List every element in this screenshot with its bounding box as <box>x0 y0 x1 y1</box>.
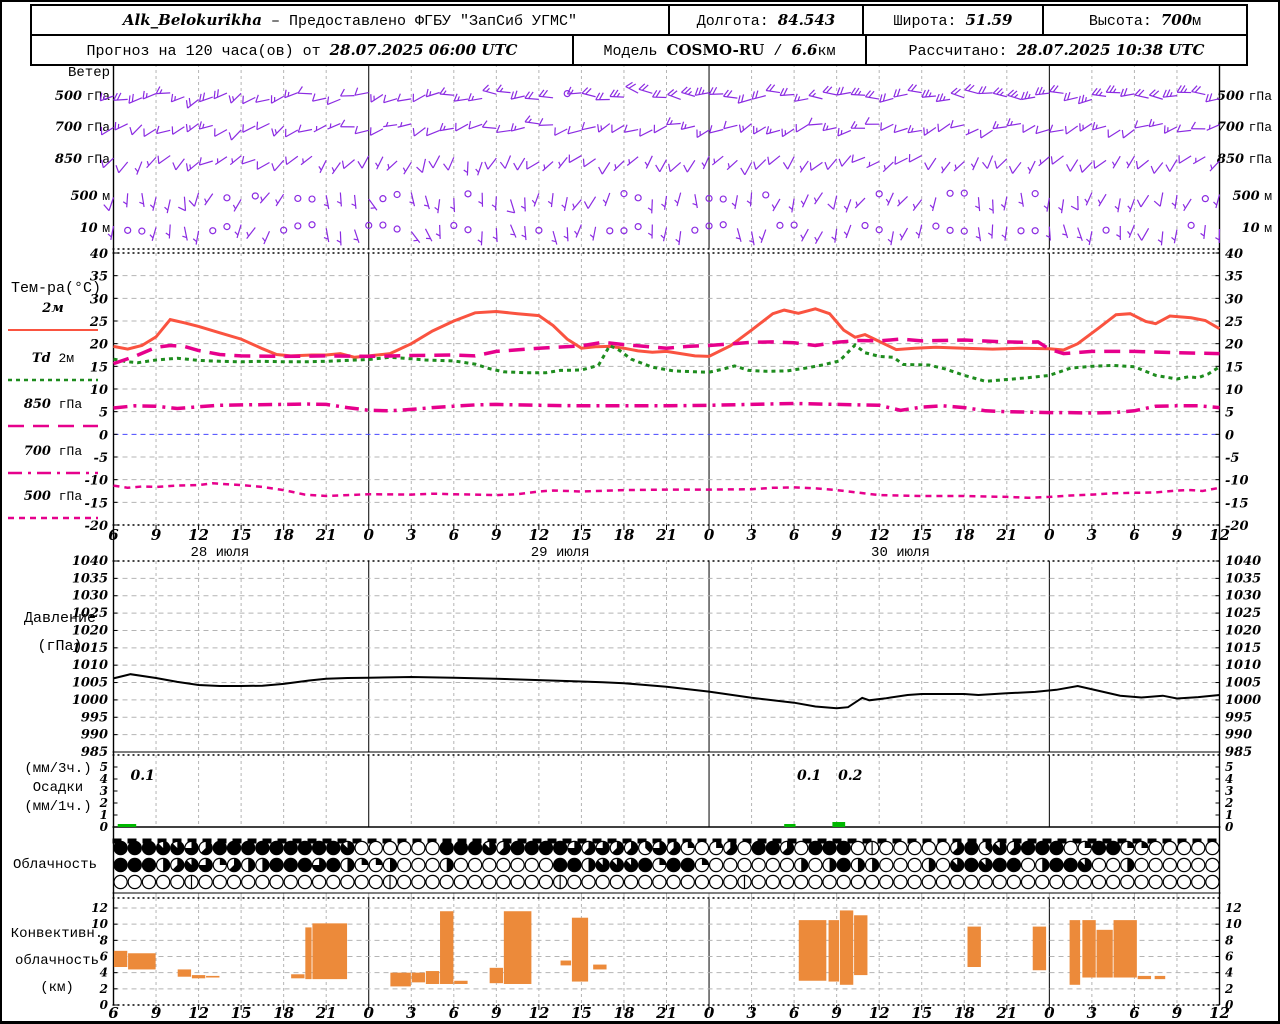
latitude-cell: Широта: 51.59 <box>862 6 1042 34</box>
model-sep: / <box>764 43 792 60</box>
model-resolution-unit: км <box>817 43 836 60</box>
model-resolution: 6.6 <box>791 41 818 59</box>
model-name: COSMO-RU <box>666 41 765 59</box>
calc-label: Рассчитано: <box>908 43 1017 60</box>
calc-time: 28.07.2025 10:38 UTC <box>1016 41 1205 59</box>
longitude-label: Долгота: <box>696 13 778 30</box>
altitude-unit: м <box>1192 13 1202 30</box>
page-border <box>0 0 1280 1024</box>
header-row-2: Прогноз на 120 часа(ов) от 28.07.2025 06… <box>32 36 1246 64</box>
init-time: 28.07.2025 06:00 UTC <box>329 41 518 59</box>
header: Alk_Belokurikha – Предоставлено ФГБУ "За… <box>30 4 1248 66</box>
forecast-label: Прогноз на 120 часа(ов) от <box>86 43 330 60</box>
longitude-value: 84.543 <box>777 11 836 29</box>
forecast-cell: Прогноз на 120 часа(ов) от 28.07.2025 06… <box>32 36 572 64</box>
altitude-value: 700 <box>1160 11 1193 29</box>
altitude-cell: Высота: 700м <box>1042 6 1246 34</box>
latitude-label: Широта: <box>893 13 966 30</box>
model-cell: Модель COSMO-RU / 6.6км <box>572 36 865 64</box>
calc-cell: Рассчитано: 28.07.2025 10:38 UTC <box>865 36 1246 64</box>
provided-by: – Предоставлено ФГБУ "ЗапСиб УГМС" <box>262 13 578 30</box>
meteogram-page: Alk_Belokurikha – Предоставлено ФГБУ "За… <box>0 0 1280 1024</box>
altitude-label: Высота: <box>1088 13 1161 30</box>
station-cell: Alk_Belokurikha – Предоставлено ФГБУ "За… <box>32 6 668 34</box>
model-label: Модель <box>603 43 667 60</box>
longitude-cell: Долгота: 84.543 <box>668 6 862 34</box>
station-name: Alk_Belokurikha <box>122 11 262 29</box>
latitude-value: 51.59 <box>965 11 1013 29</box>
header-row-1: Alk_Belokurikha – Предоставлено ФГБУ "За… <box>32 6 1246 36</box>
